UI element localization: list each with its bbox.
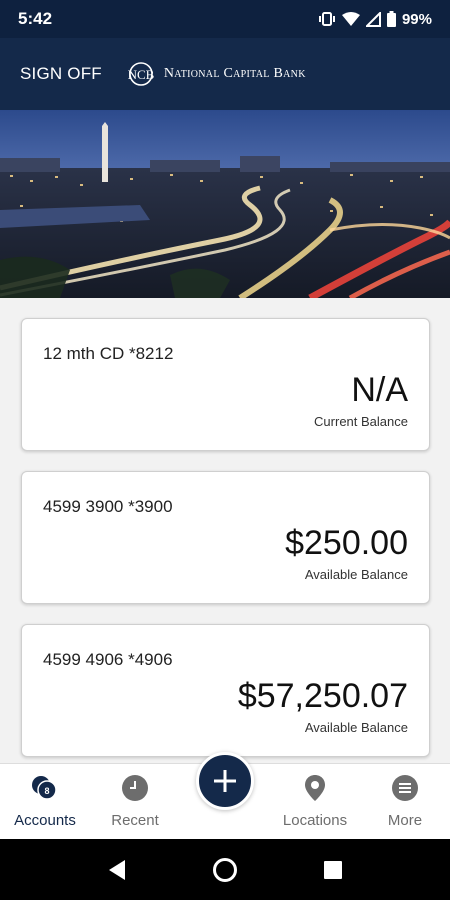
sign-off-button[interactable]: SIGN OFF bbox=[20, 64, 102, 84]
account-card[interactable]: 4599 3900 *3900 $250.00 Available Balanc… bbox=[21, 471, 430, 604]
app-header: SIGN OFF NCB National Capital Bank bbox=[0, 38, 450, 110]
location-pin-icon bbox=[304, 774, 326, 802]
back-triangle-icon bbox=[109, 860, 125, 880]
signal-icon bbox=[365, 11, 381, 27]
bottom-nav: 8 Accounts Recent Locations More bbox=[0, 752, 450, 840]
account-card[interactable]: 4599 4906 *4906 $57,250.07 Available Bal… bbox=[21, 624, 430, 757]
balance-label: Current Balance bbox=[314, 414, 408, 429]
nav-more-label: More bbox=[387, 812, 423, 829]
battery-percent: 99% bbox=[401, 10, 432, 28]
account-balance: N/A bbox=[351, 371, 408, 409]
ncb-monogram-icon: NCB bbox=[128, 62, 155, 86]
status-bar: 5:42 99% bbox=[0, 0, 450, 38]
wifi-icon bbox=[341, 11, 360, 27]
accounts-icon: 8 bbox=[30, 774, 60, 802]
nav-recent-label: Recent bbox=[111, 812, 159, 829]
account-card[interactable]: 12 mth CD *8212 N/A Current Balance bbox=[21, 318, 430, 451]
balance-label: Available Balance bbox=[304, 720, 408, 735]
nav-accounts-label: Accounts bbox=[14, 812, 76, 829]
nav-locations-label: Locations bbox=[282, 812, 348, 829]
logo-monogram: NCB bbox=[128, 67, 155, 82]
account-name: 4599 3900 *3900 bbox=[43, 497, 173, 516]
vibrate-icon bbox=[318, 12, 336, 26]
clock-icon bbox=[121, 774, 149, 802]
overview-button[interactable] bbox=[320, 857, 346, 883]
account-list: 12 mth CD *8212 N/A Current Balance 4599… bbox=[21, 318, 430, 777]
account-name: 12 mth CD *8212 bbox=[43, 344, 174, 363]
add-button[interactable] bbox=[196, 752, 254, 810]
plus-icon bbox=[214, 770, 236, 792]
home-circle-icon bbox=[213, 858, 237, 882]
bank-logo: NCB National Capital Bank bbox=[124, 60, 306, 88]
status-time: 5:42 bbox=[18, 9, 53, 28]
bank-name: National Capital Bank bbox=[163, 66, 306, 81]
account-balance: $250.00 bbox=[285, 524, 408, 562]
nav-accounts[interactable]: 8 Accounts bbox=[0, 764, 90, 840]
system-nav-bar bbox=[0, 839, 450, 900]
status-icons: 99% bbox=[318, 11, 432, 28]
overview-square-icon bbox=[324, 861, 342, 879]
account-balance: $57,250.07 bbox=[237, 677, 408, 715]
home-button[interactable] bbox=[212, 857, 238, 883]
more-icon bbox=[391, 774, 419, 802]
account-name: 4599 4906 *4906 bbox=[43, 650, 173, 669]
back-button[interactable] bbox=[104, 857, 130, 883]
nav-recent[interactable]: Recent bbox=[90, 764, 180, 840]
nav-locations[interactable]: Locations bbox=[270, 764, 360, 840]
balance-label: Available Balance bbox=[304, 567, 408, 582]
hero-city-image bbox=[0, 110, 450, 298]
nav-more[interactable]: More bbox=[360, 764, 450, 840]
battery-icon bbox=[386, 11, 396, 27]
accounts-badge: 8 bbox=[44, 786, 49, 796]
